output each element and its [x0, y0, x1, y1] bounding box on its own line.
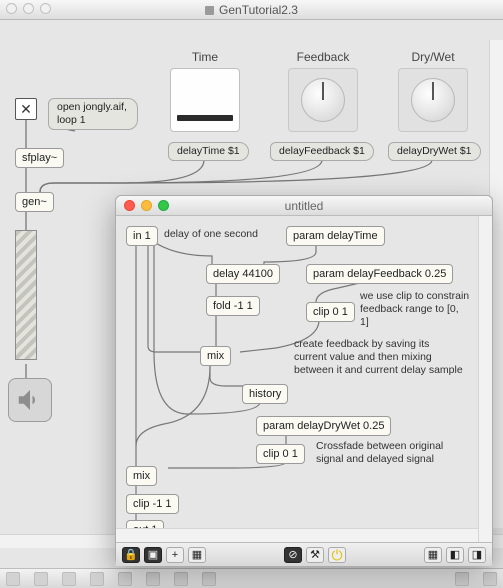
close-icon[interactable] [124, 200, 135, 211]
bb-icon[interactable] [118, 572, 132, 586]
param-delayfeedback[interactable]: param delayFeedback 0.25 [306, 264, 453, 284]
grid-icon[interactable]: ▦ [188, 547, 206, 563]
comment-crossfade: Crossfade between original signal and de… [316, 440, 456, 466]
mix-a[interactable]: mix [200, 346, 231, 366]
clip-11[interactable]: clip -1 1 [126, 494, 179, 514]
compass-icon[interactable]: ⊘ [284, 547, 302, 563]
lock-icon[interactable]: 🔒 [122, 547, 140, 563]
bb-icon[interactable] [202, 572, 216, 586]
new-object-icon[interactable]: ▣ [144, 547, 162, 563]
gen-object[interactable]: gen~ [15, 192, 54, 212]
plus-icon[interactable]: + [166, 547, 184, 563]
bb-icon[interactable] [483, 572, 497, 586]
gain-slider[interactable] [15, 230, 37, 360]
sub-patcher[interactable]: in 1 delay of one second param delayTime… [116, 216, 492, 542]
drywet-label: Dry/Wet [398, 50, 468, 64]
bb-icon[interactable] [455, 572, 469, 586]
bb-icon[interactable] [90, 572, 104, 586]
app-bottombar [0, 568, 503, 588]
clip-01-a[interactable]: clip 0 1 [306, 302, 355, 322]
feedback-label: Feedback [288, 50, 358, 64]
main-titlebar: GenTutorial2.3 [0, 0, 503, 20]
toggle[interactable] [15, 98, 37, 120]
in1-object[interactable]: in 1 [126, 226, 158, 246]
bb-icon[interactable] [62, 572, 76, 586]
minimize-icon[interactable] [141, 200, 152, 211]
history-object[interactable]: history [242, 384, 288, 404]
panel-left-icon[interactable]: ◧ [446, 547, 464, 563]
zoom-icon[interactable] [158, 200, 169, 211]
clip-01-b[interactable]: clip 0 1 [256, 444, 305, 464]
param-delaytime[interactable]: param delayTime [286, 226, 385, 246]
ezdac-button[interactable] [8, 378, 52, 422]
mix-b[interactable]: mix [126, 466, 157, 486]
sub-titlebar[interactable]: untitled [116, 196, 492, 216]
bb-icon[interactable] [6, 572, 20, 586]
drywet-dial[interactable] [398, 68, 468, 132]
window-title: GenTutorial2.3 [219, 3, 298, 17]
msg-delaydrywet[interactable]: delayDryWet $1 [388, 142, 481, 161]
time-label: Time [170, 50, 240, 64]
msg-delaytime[interactable]: delayTime $1 [168, 142, 249, 161]
sub-scrollbar-horizontal[interactable] [116, 528, 478, 542]
comment-feedback: create feedback by saving its current va… [294, 338, 464, 377]
bb-icon[interactable] [34, 572, 48, 586]
grid-icon[interactable]: ▦ [424, 547, 442, 563]
power-icon[interactable]: ⏻ [328, 547, 346, 563]
sub-scrollbar-vertical[interactable] [478, 216, 492, 542]
fold-object[interactable]: fold -1 1 [206, 296, 260, 316]
delay-object[interactable]: delay 44100 [206, 264, 280, 284]
param-delaydrywet[interactable]: param delayDryWet 0.25 [256, 416, 391, 436]
comment-clip: we use clip to constrain feedback range … [360, 290, 470, 329]
open-file-message[interactable]: open jongly.aif, loop 1 [48, 98, 138, 130]
comment-delay-one-second: delay of one second [164, 228, 258, 241]
panel-right-icon[interactable]: ◨ [468, 547, 486, 563]
sub-toolbar: 🔒 ▣ + ▦ ⊘ ⚒ ⏻ ▦ ◧ ◨ [116, 542, 492, 566]
bb-icon[interactable] [174, 572, 188, 586]
msg-delayfeedback[interactable]: delayFeedback $1 [270, 142, 374, 161]
gen-subwindow[interactable]: untitled in 1 delay of on [115, 195, 493, 565]
hammer-icon[interactable]: ⚒ [306, 547, 324, 563]
sfplay-object[interactable]: sfplay~ [15, 148, 64, 168]
time-slider[interactable] [170, 68, 240, 132]
sub-title: untitled [285, 199, 324, 213]
speaker-icon [15, 385, 45, 415]
bb-icon[interactable] [146, 572, 160, 586]
feedback-dial[interactable] [288, 68, 358, 132]
